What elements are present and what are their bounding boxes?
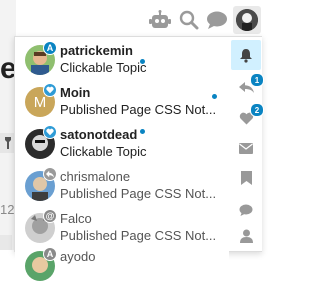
heart-badge-icon xyxy=(43,125,57,139)
notification-username: Falco xyxy=(60,211,92,226)
unread-dot xyxy=(140,59,145,64)
unread-dot xyxy=(140,129,145,134)
envelope-icon xyxy=(239,142,253,154)
notification-username: patrickemin xyxy=(60,43,133,58)
notification-username: Moin xyxy=(60,85,91,100)
notification-item[interactable]: chrismalone Published Page CSS Not... xyxy=(15,163,229,207)
notification-topic: Clickable Topic xyxy=(60,60,147,75)
bookmark-icon xyxy=(240,171,252,185)
notification-username: ayodo xyxy=(60,249,96,264)
tab-bookmarks[interactable] xyxy=(231,163,261,193)
heart-badge-icon xyxy=(43,83,57,97)
chat-icon[interactable] xyxy=(205,8,229,32)
tab-notifications[interactable] xyxy=(231,40,261,70)
notification-topic: Published Page CSS Not... xyxy=(60,228,217,243)
tab-messages[interactable] xyxy=(231,133,261,163)
user-icon xyxy=(239,229,253,243)
tab-likes[interactable]: 2 xyxy=(231,103,264,133)
mention-badge-icon: A xyxy=(43,41,57,55)
tab-replies[interactable]: 1 xyxy=(231,73,264,103)
reply-badge-icon xyxy=(43,167,57,181)
avatar-letter: M xyxy=(33,93,47,111)
search-icon[interactable] xyxy=(177,8,201,32)
user-avatar[interactable] xyxy=(233,6,261,34)
user-menu-panel: A patrickemin Clickable Topic M Moin Pub… xyxy=(14,36,264,287)
notification-topic: Published Page CSS Not... xyxy=(60,186,217,201)
likes-count-badge: 2 xyxy=(250,103,264,117)
replies-count-badge: 1 xyxy=(250,73,264,87)
unread-dot xyxy=(212,94,217,99)
notification-item[interactable]: M Moin Published Page CSS Not... xyxy=(15,79,229,123)
at-mention-badge-icon: @ xyxy=(43,209,57,223)
notification-item[interactable]: satonotdead Clickable Topic xyxy=(15,121,229,165)
notification-topic: Published Page CSS Not... xyxy=(60,102,217,117)
user-menu-tabs: 1 2 xyxy=(229,37,264,251)
notification-topic: Clickable Topic xyxy=(60,144,147,159)
bell-icon xyxy=(240,48,252,63)
mention-badge-icon: A xyxy=(43,247,57,261)
notification-username: satonotdead xyxy=(60,127,138,142)
background-side xyxy=(0,235,12,250)
tab-profile[interactable] xyxy=(231,221,261,251)
background-number: 12 xyxy=(0,202,15,217)
robot-icon[interactable] xyxy=(148,8,172,32)
notification-username: chrismalone xyxy=(60,169,131,184)
notification-item[interactable]: A patrickemin Clickable Topic xyxy=(15,37,229,81)
chat-bubble-icon xyxy=(239,204,253,216)
